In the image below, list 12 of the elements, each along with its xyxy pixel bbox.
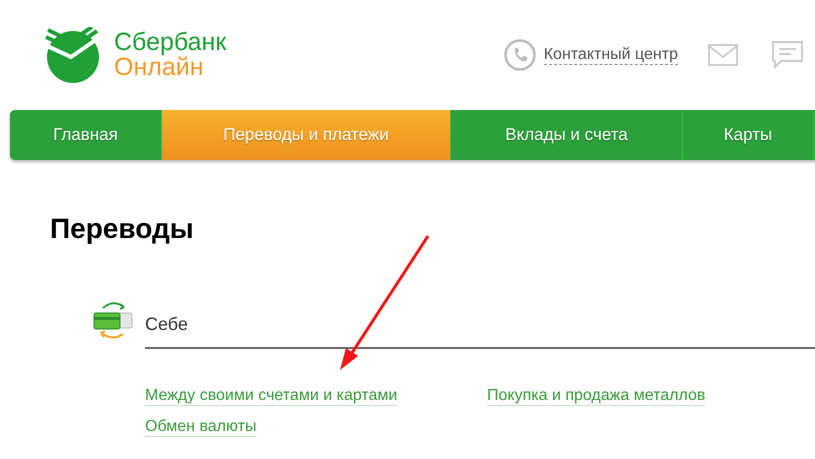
menu-tab[interactable]: Вклады и счета	[451, 110, 683, 160]
logo-subtitle: Онлайн	[114, 55, 204, 80]
menu-tab[interactable]: Главная	[10, 110, 162, 160]
transfer-link[interactable]: Между своими счетами и картами	[145, 387, 398, 406]
logo-title: Сбербанк	[114, 30, 226, 55]
menu-tab[interactable]: Карты	[683, 110, 814, 160]
contact-center-link[interactable]: Контактный центр	[544, 46, 678, 64]
section-title: Себе	[145, 300, 815, 349]
transfer-link[interactable]: Покупка и продажа металлов	[487, 387, 706, 406]
page-title: Переводы	[50, 213, 195, 245]
menu-tab[interactable]: Переводы и платежи	[162, 110, 451, 160]
transfer-link[interactable]: Обмен валюты	[145, 418, 256, 437]
